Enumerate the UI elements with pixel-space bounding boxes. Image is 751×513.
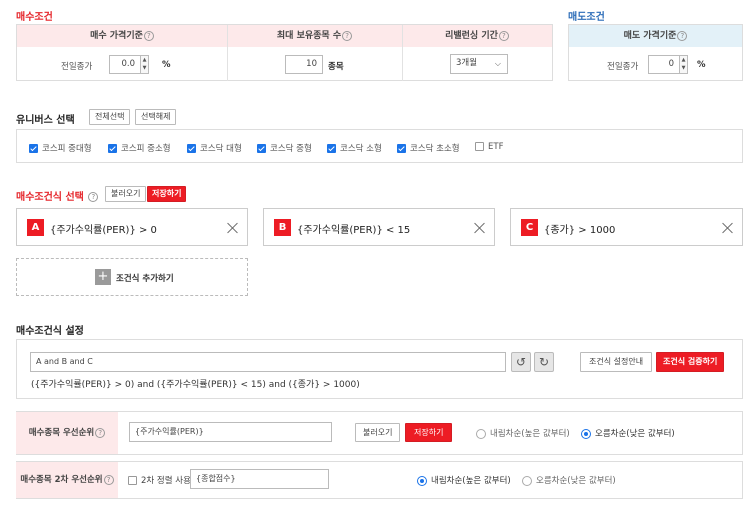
sell-price-unit: % xyxy=(697,60,706,70)
condition-text: {종가} > 1000 xyxy=(544,225,616,236)
sell-price-basis-header: 매도 가격기준 xyxy=(623,31,677,41)
universe-item[interactable]: 코스닥 대형 xyxy=(187,142,242,154)
rebalance-period-value: 3개월 xyxy=(456,58,478,68)
help-icon[interactable]: ? xyxy=(95,427,106,438)
buy-price-unit: % xyxy=(162,60,171,70)
formula-load-button[interactable]: 불러오기 xyxy=(105,186,147,202)
help-icon[interactable]: ? xyxy=(342,30,353,41)
priority-asc-radio[interactable]: 오름차순(낮은 값부터) xyxy=(581,427,675,439)
divider xyxy=(227,25,228,81)
buy-conditions-panel: 매수 가격기준? 최대 보유종목 수? 리밸런싱 기간? 전일종가 0.0 ▲ ▼… xyxy=(16,24,553,81)
max-holdings-header: 최대 보유종목 수 xyxy=(276,31,342,41)
universe-title: 유니버스 선택 xyxy=(16,115,75,126)
sell-conditions-panel: 매도 가격기준? 전일종가 0 ▲ ▼ % xyxy=(568,24,743,81)
divider xyxy=(402,25,403,81)
checkbox-checked-icon[interactable] xyxy=(29,144,38,153)
priority-load-button[interactable]: 불러오기 xyxy=(355,423,401,442)
radio-selected-icon[interactable] xyxy=(581,428,591,439)
help-icon[interactable]: ? xyxy=(143,30,154,41)
sell-price-basis-label: 전일종가 xyxy=(607,62,639,72)
universe-item[interactable]: 코스닥 초소형 xyxy=(397,142,460,154)
deselect-all-button[interactable]: 선택해제 xyxy=(135,109,177,125)
sell-price-stepper[interactable]: ▲ ▼ xyxy=(680,55,688,74)
help-icon[interactable]: ? xyxy=(498,30,509,41)
chevron-down-icon: ⌵ xyxy=(494,59,501,68)
radio-unselected-icon[interactable] xyxy=(522,475,532,486)
formula-expanded-text: ({주가수익률(PER)} > 0) and ({주가수익률(PER)} < 1… xyxy=(31,380,360,390)
condition-letter-badge: C xyxy=(521,219,538,236)
condition-card-a[interactable]: A {주가수익률(PER)} > 0 xyxy=(16,208,248,246)
priority-save-button[interactable]: 저장하기 xyxy=(405,423,453,442)
close-icon[interactable] xyxy=(722,222,733,233)
rebalance-period-select[interactable]: 3개월 ⌵ xyxy=(450,54,508,74)
radio-selected-icon[interactable] xyxy=(417,475,427,486)
universe-item[interactable]: ETF xyxy=(475,142,503,152)
rebalance-period-header: 리밸런싱 기간 xyxy=(445,31,498,41)
buy-price-basis-header: 매수 가격기준 xyxy=(90,31,143,41)
help-icon[interactable]: ? xyxy=(88,192,99,202)
help-icon[interactable]: ? xyxy=(677,30,688,41)
formula-save-button[interactable]: 저장하기 xyxy=(147,186,187,202)
universe-item[interactable]: 코스닥 중형 xyxy=(257,142,312,154)
buy-price-input[interactable]: 0.0 xyxy=(109,55,141,74)
buy-formula-title: 매수조건식 선택 ? xyxy=(16,188,99,203)
plus-icon: + xyxy=(95,269,111,285)
checkbox-checked-icon[interactable] xyxy=(257,144,266,153)
max-holdings-input[interactable]: 10 xyxy=(285,55,323,74)
condition-card-b[interactable]: B {주가수익률(PER)} < 15 xyxy=(263,208,495,246)
sell-price-input[interactable]: 0 xyxy=(648,55,680,74)
condition-text: {주가수익률(PER)} > 0 xyxy=(50,225,157,236)
formula-expression-input[interactable]: A and B and C xyxy=(30,352,506,372)
priority2-panel xyxy=(16,461,743,499)
condition-text: {주가수익률(PER)} < 15 xyxy=(297,225,411,236)
universe-item[interactable]: 코스닥 소형 xyxy=(327,142,382,154)
undo-icon[interactable]: ↺ xyxy=(511,352,531,372)
buy-price-stepper[interactable]: ▲ ▼ xyxy=(141,55,149,74)
checkbox-unchecked-icon[interactable] xyxy=(128,476,137,485)
condition-card-c[interactable]: C {종가} > 1000 xyxy=(510,208,743,246)
sell-conditions-title: 매도조건 xyxy=(568,12,605,23)
priority2-field-input[interactable]: {종합점수} xyxy=(190,469,329,489)
checkbox-checked-icon[interactable] xyxy=(327,144,336,153)
priority2-desc-radio[interactable]: 내림차순(높은 값부터) xyxy=(417,474,511,486)
buy-price-basis-label: 전일종가 xyxy=(61,62,93,72)
priority-desc-radio[interactable]: 내림차순(높은 값부터) xyxy=(476,427,570,439)
condition-letter-badge: B xyxy=(274,219,291,236)
radio-unselected-icon[interactable] xyxy=(476,428,486,439)
select-all-button[interactable]: 전체선택 xyxy=(89,109,131,125)
add-condition-button[interactable]: + 조건식 추가하기 xyxy=(16,258,248,296)
max-holdings-unit: 종목 xyxy=(328,62,344,72)
add-condition-label: 조건식 추가하기 xyxy=(116,274,174,284)
universe-item[interactable]: 코스피 중대형 xyxy=(29,142,92,154)
help-icon[interactable]: ? xyxy=(103,474,114,485)
close-icon[interactable] xyxy=(474,222,485,233)
buy-conditions-title: 매수조건 xyxy=(16,12,53,23)
formula-settings-title: 매수조건식 설정 xyxy=(16,326,84,337)
priority2-asc-radio[interactable]: 오름차순(낮은 값부터) xyxy=(522,474,616,486)
secondary-sort-checkbox[interactable]: 2차 정렬 사용 xyxy=(128,474,191,486)
priority-label: 매수종목 우선순위? xyxy=(16,412,118,454)
checkbox-checked-icon[interactable] xyxy=(397,144,406,153)
condition-letter-badge: A xyxy=(27,219,44,236)
priority2-label: 매수종목 2차 우선순위? xyxy=(16,462,118,498)
formula-guide-button[interactable]: 조건식 설정안내 xyxy=(580,352,653,372)
checkbox-checked-icon[interactable] xyxy=(187,144,196,153)
redo-icon[interactable]: ↻ xyxy=(534,352,554,372)
checkbox-checked-icon[interactable] xyxy=(108,144,117,153)
close-icon[interactable] xyxy=(227,222,238,233)
priority-field-input[interactable]: {주가수익률(PER)} xyxy=(129,422,332,442)
universe-item[interactable]: 코스피 중소형 xyxy=(108,142,171,154)
formula-verify-button[interactable]: 조건식 검증하기 xyxy=(656,352,725,372)
checkbox-unchecked-icon[interactable] xyxy=(475,142,484,151)
